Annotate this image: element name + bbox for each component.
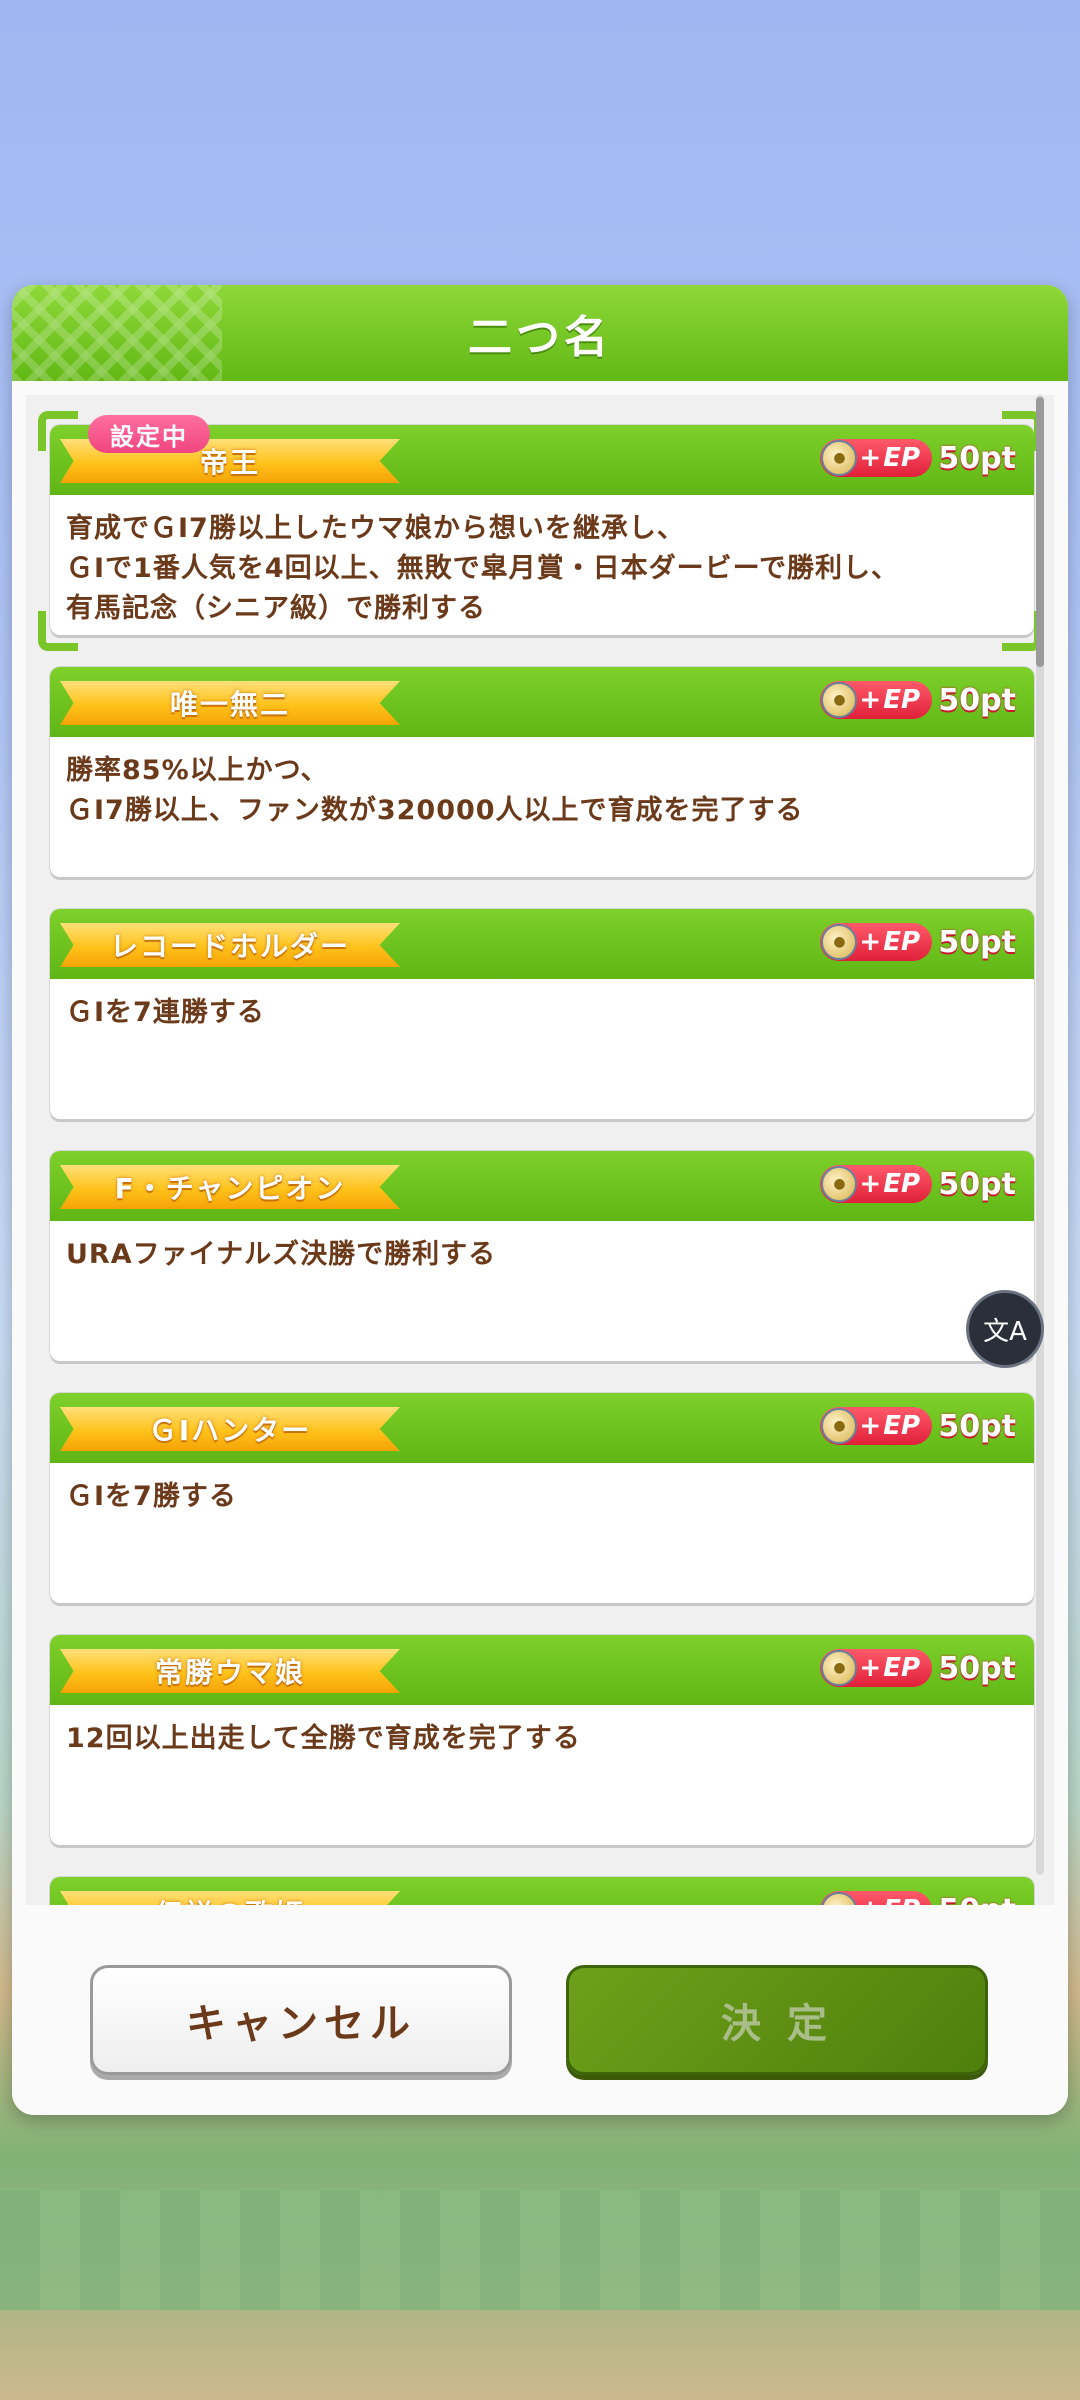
condition-line: ＧⅠで1番人気を4回以上、無敗で皐月賞・日本ダービーで勝利し、 (66, 553, 899, 584)
ep-badge: ● + EP (820, 1891, 933, 1905)
plus-icon: + (859, 685, 882, 715)
plus-icon: + (859, 927, 882, 957)
title-name: 帝王 (199, 446, 260, 479)
points-value: 50pt (938, 440, 1016, 476)
title-condition: 勝率85%以上かつ、 ＧⅠ7勝以上、ファン数が320000人以上で育成を完了する (50, 737, 1034, 845)
plus-icon: + (859, 1169, 882, 1199)
title-condition: 12回以上出走して全勝で育成を完了する (50, 1705, 1034, 1773)
ep-label: EP (883, 1895, 920, 1905)
plus-icon: + (859, 1411, 882, 1441)
dialog-title: 二つ名 (468, 312, 612, 363)
coin-icon: ● (821, 1650, 858, 1686)
title-name: レコードホルダー (109, 930, 350, 963)
coin-icon: ● (821, 682, 858, 718)
coin-icon: ● (821, 1166, 858, 1202)
title-ribbon: F・チャンピオン (60, 1165, 400, 1209)
scrollbar-thumb[interactable] (1036, 397, 1044, 667)
reward: ● + EP 50pt (820, 1407, 1016, 1445)
ep-label: EP (883, 1169, 921, 1199)
card-header: F・チャンピオン ● + EP 50pt (50, 1151, 1034, 1221)
condition-line: URAファイナルズ決勝で勝利する (66, 1239, 497, 1270)
points-value: 50pt (938, 1893, 1016, 1906)
title-card-3[interactable]: F・チャンピオン ● + EP 50pt URAファイナルズ決勝で勝利する (50, 1151, 1034, 1361)
ep-label: EP (883, 443, 921, 473)
card-header: レコードホルダー ● + EP 50pt (50, 909, 1034, 979)
coin-icon: ● (821, 440, 858, 476)
ep-label: EP (883, 1411, 921, 1441)
title-ribbon: 伝説の歌姫 (60, 1891, 400, 1905)
title-condition: ＧⅠを7連勝する (50, 979, 1034, 1047)
card-header: ＧⅠハンター ● + EP 50pt (50, 1393, 1034, 1463)
reward: ● + EP 50pt (820, 681, 1016, 719)
ep-badge: ● + EP (820, 1407, 933, 1445)
points-value: 50pt (938, 682, 1016, 718)
points-value: 50pt (938, 924, 1016, 960)
title-name: F・チャンピオン (114, 1172, 346, 1205)
ep-label: EP (883, 685, 921, 715)
confirm-button[interactable]: 決 定 (566, 1965, 988, 2075)
title-condition: URAファイナルズ決勝で勝利する (50, 1221, 1034, 1289)
ep-badge: ● + EP (820, 439, 933, 477)
title-name: ＧⅠハンター (148, 1414, 312, 1447)
plus-icon: + (859, 1653, 882, 1683)
points-value: 50pt (938, 1166, 1016, 1202)
condition-line: 勝率85%以上かつ、 (66, 755, 329, 786)
title-name: 伝説の歌姫 (155, 1893, 305, 1905)
translate-icon[interactable]: 文A (966, 1290, 1044, 1368)
background-track (0, 2190, 1080, 2310)
ep-label: EP (883, 927, 921, 957)
title-name: 唯一無二 (169, 688, 290, 721)
condition-line: ＧⅠ7勝以上、ファン数が320000人以上で育成を完了する (66, 795, 804, 826)
title-select-dialog: 二つ名 帝王 ● + EP 50pt 育成でＧⅠ7勝以上したウマ娘から想いを継承… (12, 285, 1068, 2115)
header-pattern (12, 285, 222, 381)
cancel-button[interactable]: キャンセル (90, 1965, 512, 2075)
title-card-6[interactable]: 伝説の歌姫 ● + EP 50pt (50, 1877, 1034, 1905)
title-card-0[interactable]: 帝王 ● + EP 50pt 育成でＧⅠ7勝以上したウマ娘から想いを継承し、 Ｇ… (50, 425, 1034, 635)
title-name: 常勝ウマ娘 (154, 1656, 305, 1689)
reward: ● + EP 50pt (820, 1165, 1016, 1203)
ep-badge: ● + EP (820, 681, 933, 719)
title-card-4[interactable]: ＧⅠハンター ● + EP 50pt ＧⅠを7勝する (50, 1393, 1034, 1603)
plus-icon: + (859, 1897, 881, 1905)
active-title-badge: 設定中 (88, 415, 210, 453)
condition-line: 育成でＧⅠ7勝以上したウマ娘から想いを継承し、 (66, 513, 685, 544)
reward: ● + EP 50pt (820, 1891, 1016, 1905)
condition-line: 12回以上出走して全勝で育成を完了する (66, 1723, 581, 1754)
condition-line: 有馬記念（シニア級）で勝利する (66, 593, 486, 624)
card-header: 伝説の歌姫 ● + EP 50pt (50, 1877, 1034, 1905)
condition-line: ＧⅠを7連勝する (66, 997, 265, 1028)
points-value: 50pt (938, 1408, 1016, 1444)
coin-icon: ● (821, 924, 858, 960)
reward: ● + EP 50pt (820, 439, 1016, 477)
title-ribbon: 唯一無二 (60, 681, 400, 725)
points-value: 50pt (938, 1650, 1016, 1686)
title-condition: 育成でＧⅠ7勝以上したウマ娘から想いを継承し、 ＧⅠで1番人気を4回以上、無敗で… (50, 495, 1034, 635)
title-card-1[interactable]: 唯一無二 ● + EP 50pt 勝率85%以上かつ、 ＧⅠ7勝以上、ファン数が… (50, 667, 1034, 877)
dialog-footer: キャンセル 決 定 (12, 1905, 1068, 2115)
ep-badge: ● + EP (820, 1165, 933, 1203)
coin-icon: ● (821, 1408, 858, 1444)
card-header: 唯一無二 ● + EP 50pt (50, 667, 1034, 737)
title-condition: ＧⅠを7勝する (50, 1463, 1034, 1531)
reward: ● + EP 50pt (820, 1649, 1016, 1687)
card-header: 常勝ウマ娘 ● + EP 50pt (50, 1635, 1034, 1705)
title-card-5[interactable]: 常勝ウマ娘 ● + EP 50pt 12回以上出走して全勝で育成を完了する (50, 1635, 1034, 1845)
condition-line: ＧⅠを7勝する (66, 1481, 237, 1512)
dialog-header: 二つ名 (12, 285, 1068, 381)
coin-icon: ● (821, 1892, 858, 1905)
ep-badge: ● + EP (820, 1649, 933, 1687)
ep-label: EP (883, 1653, 921, 1683)
ep-badge: ● + EP (820, 923, 933, 961)
title-ribbon: ＧⅠハンター (60, 1407, 400, 1451)
title-ribbon: 常勝ウマ娘 (60, 1649, 400, 1693)
title-list[interactable]: 帝王 ● + EP 50pt 育成でＧⅠ7勝以上したウマ娘から想いを継承し、 Ｇ… (26, 395, 1054, 1905)
title-card-2[interactable]: レコードホルダー ● + EP 50pt ＧⅠを7連勝する (50, 909, 1034, 1119)
plus-icon: + (859, 443, 882, 473)
title-ribbon: レコードホルダー (60, 923, 400, 967)
reward: ● + EP 50pt (820, 923, 1016, 961)
